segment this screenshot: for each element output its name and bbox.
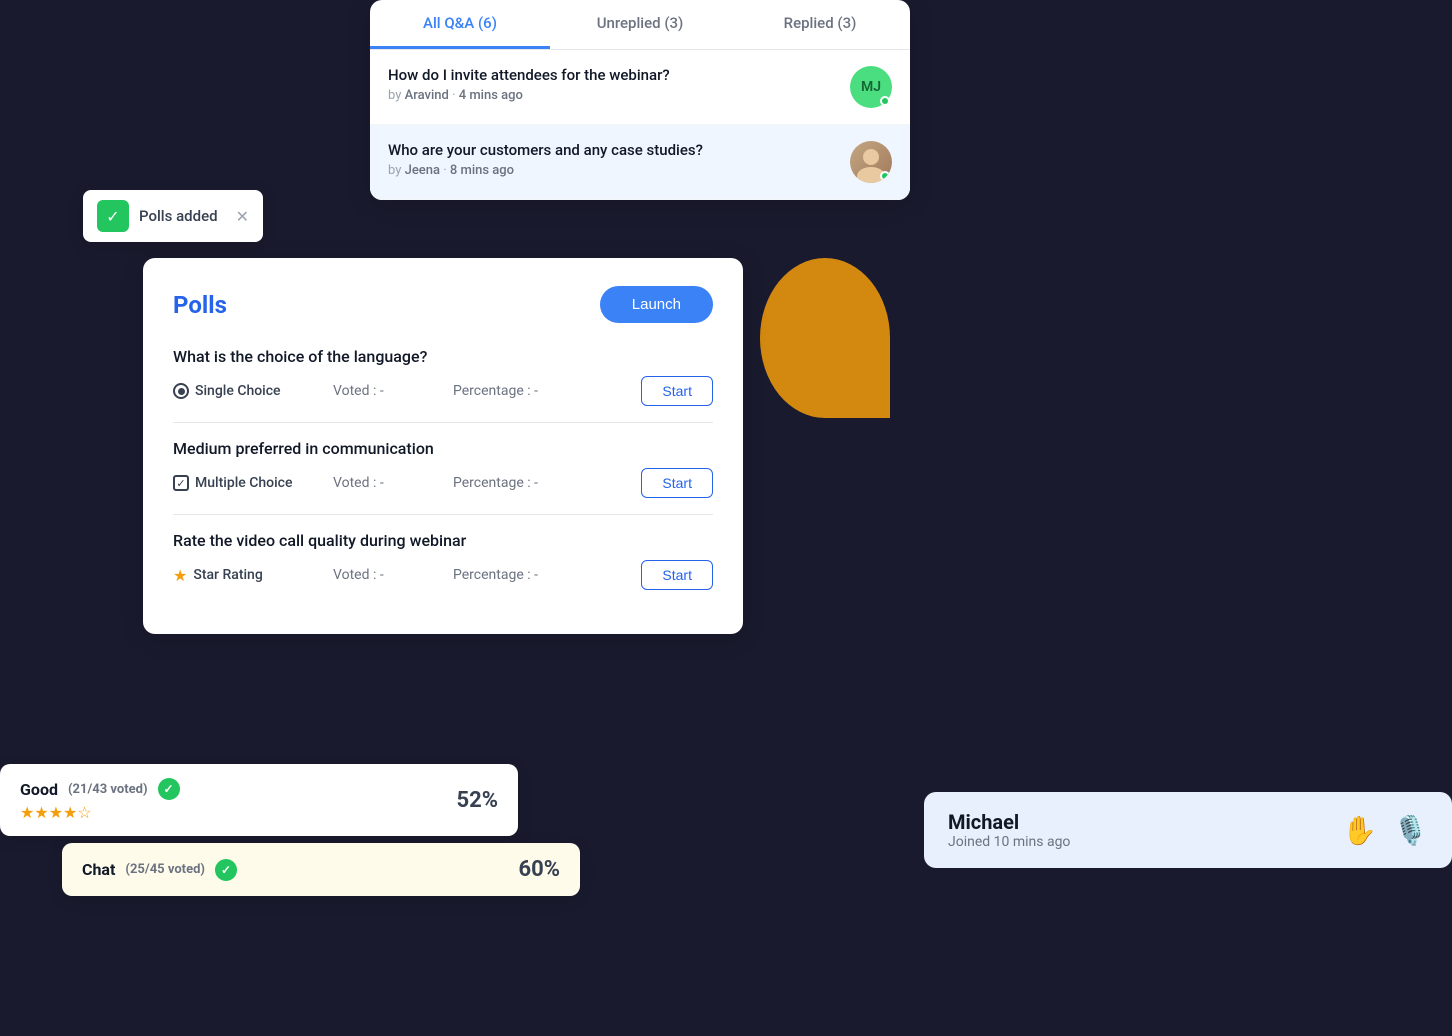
vote-result-good: Good (21/43 voted) ✓ ★★★★☆ 52% xyxy=(0,764,518,836)
tab-unreplied[interactable]: Unreplied (3) xyxy=(550,0,730,49)
decorative-shape xyxy=(760,258,890,418)
poll-question: Rate the video call quality during webin… xyxy=(173,531,713,550)
poll-type: Single Choice xyxy=(173,383,313,399)
poll-divider xyxy=(173,422,713,423)
michael-actions: ✋ 🎙️ xyxy=(1342,814,1428,847)
close-notification-button[interactable]: ✕ xyxy=(236,207,249,226)
question-text: Who are your customers and any case stud… xyxy=(388,141,850,159)
microphone-icon[interactable]: 🎙️ xyxy=(1393,814,1428,847)
vote-label: Chat (25/45 voted) ✓ xyxy=(82,859,237,881)
start-poll-3-button[interactable]: Start xyxy=(641,560,713,590)
qa-question-item[interactable]: How do I invite attendees for the webina… xyxy=(370,50,910,125)
poll-type: ★ Star Rating xyxy=(173,566,313,585)
question-meta: by Aravind · 4 mins ago xyxy=(388,88,850,103)
question-meta: by Jeena · 8 mins ago xyxy=(388,163,850,178)
poll-question: Medium preferred in communication xyxy=(173,439,713,458)
star-icon: ★ xyxy=(173,566,187,585)
michael-panel: Michael Joined 10 mins ago ✋ 🎙️ xyxy=(924,792,1452,868)
poll-meta-row: Single Choice Voted : - Percentage : - S… xyxy=(173,376,713,406)
online-indicator xyxy=(880,171,890,181)
poll-voted: Voted : - xyxy=(333,567,433,583)
poll-type: Multiple Choice xyxy=(173,475,313,491)
online-indicator xyxy=(880,96,890,106)
michael-name: Michael xyxy=(948,810,1070,834)
radio-icon xyxy=(173,383,189,399)
poll-voted: Voted : - xyxy=(333,383,433,399)
tab-replied[interactable]: Replied (3) xyxy=(730,0,910,49)
poll-percentage: Percentage : - xyxy=(453,475,553,491)
start-poll-1-button[interactable]: Start xyxy=(641,376,713,406)
poll-type-label: Multiple Choice xyxy=(195,475,292,491)
poll-meta-row: Multiple Choice Voted : - Percentage : -… xyxy=(173,468,713,498)
qa-panel: All Q&A (6) Unreplied (3) Replied (3) Ho… xyxy=(370,0,910,200)
polls-panel: Polls Launch What is the choice of the l… xyxy=(143,258,743,634)
raise-hand-icon[interactable]: ✋ xyxy=(1342,814,1377,847)
polls-header: Polls Launch xyxy=(173,286,713,323)
qa-question-item[interactable]: Who are your customers and any case stud… xyxy=(370,125,910,200)
poll-item: Rate the video call quality during webin… xyxy=(173,531,713,590)
vote-result-chat: Chat (25/45 voted) ✓ 60% xyxy=(62,843,580,896)
avatar: MJ xyxy=(850,66,892,108)
polls-title: Polls xyxy=(173,291,227,319)
question-text: How do I invite attendees for the webina… xyxy=(388,66,850,84)
vote-check-icon: ✓ xyxy=(158,778,180,800)
poll-meta-row: ★ Star Rating Voted : - Percentage : - S… xyxy=(173,560,713,590)
notification-text: Polls added xyxy=(139,207,218,225)
checkbox-icon xyxy=(173,475,189,491)
vote-percentage: 52% xyxy=(456,788,498,813)
tab-all-qa[interactable]: All Q&A (6) xyxy=(370,0,550,49)
check-icon: ✓ xyxy=(97,200,129,232)
poll-item: Medium preferred in communication Multip… xyxy=(173,439,713,498)
poll-type-label: Star Rating xyxy=(193,567,262,583)
avatar xyxy=(850,141,892,183)
vote-label: Good (21/43 voted) ✓ xyxy=(20,778,180,800)
poll-type-label: Single Choice xyxy=(195,383,281,399)
qa-tabs: All Q&A (6) Unreplied (3) Replied (3) xyxy=(370,0,910,50)
poll-question: What is the choice of the language? xyxy=(173,347,713,366)
poll-divider xyxy=(173,514,713,515)
poll-voted: Voted : - xyxy=(333,475,433,491)
poll-percentage: Percentage : - xyxy=(453,567,553,583)
poll-item: What is the choice of the language? Sing… xyxy=(173,347,713,406)
star-rating: ★★★★☆ xyxy=(20,803,180,822)
vote-percentage: 60% xyxy=(518,857,560,882)
polls-notification: ✓ Polls added ✕ xyxy=(83,190,263,242)
poll-percentage: Percentage : - xyxy=(453,383,553,399)
launch-polls-button[interactable]: Launch xyxy=(600,286,713,323)
michael-info: Michael Joined 10 mins ago xyxy=(948,810,1070,850)
start-poll-2-button[interactable]: Start xyxy=(641,468,713,498)
michael-subtitle: Joined 10 mins ago xyxy=(948,834,1070,850)
vote-check-icon: ✓ xyxy=(215,859,237,881)
